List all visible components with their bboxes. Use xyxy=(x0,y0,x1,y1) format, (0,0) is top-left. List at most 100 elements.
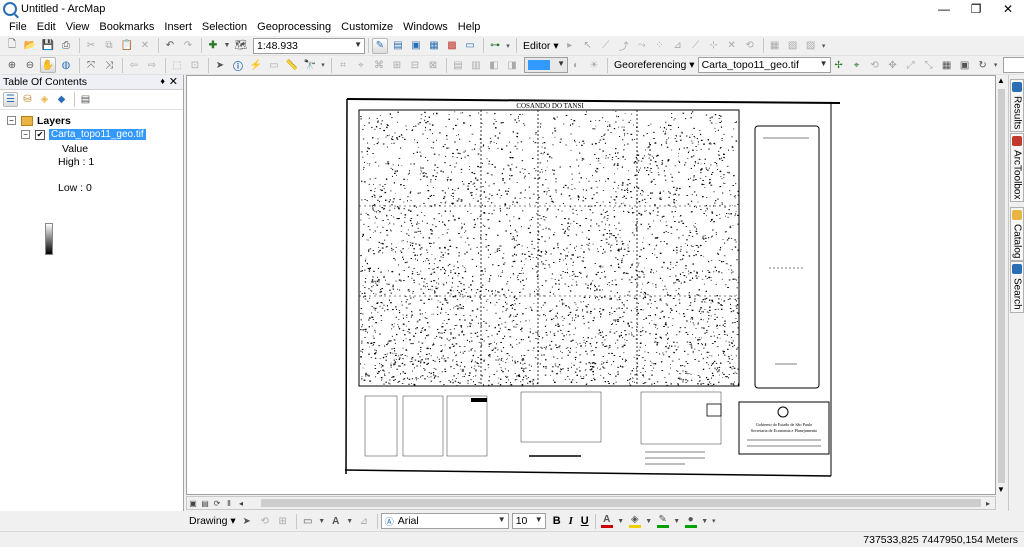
python-window-icon[interactable]: ▭ xyxy=(462,38,478,54)
brightness-icon[interactable]: ☀ xyxy=(586,57,602,73)
add-data-dropdown-icon[interactable]: ▼ xyxy=(223,38,231,54)
chevron-down-icon[interactable]: ▼ xyxy=(820,59,828,68)
font-size-select[interactable]: 10 ▼ xyxy=(511,513,546,529)
copy-icon[interactable]: ⧉ xyxy=(101,38,117,54)
table-of-contents-toggle-icon[interactable]: ▤ xyxy=(390,38,406,54)
toolbar-overflow-icon[interactable]: ▾ xyxy=(821,38,827,54)
arctoolbox-window-icon[interactable]: ▩ xyxy=(444,38,460,54)
italic-button[interactable]: I xyxy=(564,515,578,527)
text-dropdown-icon[interactable]: ▼ xyxy=(346,513,354,529)
table-icon[interactable]: ▥ xyxy=(468,57,484,73)
redo-icon[interactable]: ↷ xyxy=(180,38,196,54)
viewer-icon[interactable]: ▣ xyxy=(957,57,973,73)
pan-icon[interactable]: ✋ xyxy=(40,57,56,73)
fixed-zoom-in-icon[interactable]: ⤧ xyxy=(83,57,99,73)
identify-icon[interactable]: ⓘ xyxy=(230,57,246,73)
open-icon[interactable]: 📂 xyxy=(22,38,38,54)
fill-color-icon[interactable]: ◈ xyxy=(627,513,643,529)
layers-group-row[interactable]: − Layers xyxy=(0,114,183,127)
layout-view-icon[interactable]: ▤ xyxy=(199,497,211,509)
catalog-window-icon[interactable]: ▣ xyxy=(408,38,424,54)
underline-button[interactable]: U xyxy=(578,515,592,527)
print-icon[interactable]: ⎙ xyxy=(58,38,74,54)
marker-color-icon[interactable]: ● xyxy=(683,513,699,529)
layout-icon[interactable]: ▤ xyxy=(450,57,466,73)
clear-selection-icon[interactable]: ⊡ xyxy=(187,57,203,73)
add-control-points-icon[interactable]: ✢ xyxy=(831,57,847,73)
chevron-down-icon[interactable]: ▼ xyxy=(498,515,506,524)
refresh-view-icon[interactable]: ⟳ xyxy=(211,497,223,509)
model-builder-icon[interactable]: ⊶ xyxy=(487,38,503,54)
scroll-right-icon[interactable]: ▸ xyxy=(982,497,994,509)
scale-raster-icon[interactable]: ⤢ xyxy=(903,57,919,73)
endpoint-arc-icon[interactable]: ⤴ xyxy=(616,38,632,54)
rotate-icon[interactable]: ⟲ xyxy=(742,38,758,54)
editor-menu[interactable]: Editor ▾ xyxy=(520,40,562,52)
toolbar-overflow-icon[interactable]: ▾ xyxy=(505,38,511,54)
georeferencing-menu[interactable]: Georeferencing ▾ xyxy=(611,59,698,71)
scroll-down-icon[interactable]: ▼ xyxy=(997,485,1005,494)
forward-extent-icon[interactable]: ⇨ xyxy=(144,57,160,73)
straight-segment-icon[interactable]: ⟋ xyxy=(598,38,614,54)
font-color-dropdown-icon[interactable]: ▼ xyxy=(617,513,625,529)
vertical-scroll-thumb[interactable] xyxy=(998,89,1005,483)
edit-annotation-icon[interactable]: ↖ xyxy=(580,38,596,54)
menu-view[interactable]: View xyxy=(61,21,95,33)
georeferencing-input-field[interactable] xyxy=(1002,57,1024,73)
reshape-icon[interactable]: ⟋ xyxy=(688,38,704,54)
edit-vertices-icon[interactable]: ⊿ xyxy=(670,38,686,54)
fixed-zoom-out-icon[interactable]: ⤨ xyxy=(101,57,117,73)
marker-color-dropdown-icon[interactable]: ▼ xyxy=(701,513,709,529)
menu-windows[interactable]: Windows xyxy=(398,21,453,33)
html-popup-icon[interactable]: ▭ xyxy=(266,57,282,73)
contrast-icon[interactable]: ◐ xyxy=(568,57,584,73)
edit-tool-icon[interactable]: ▸ xyxy=(562,38,578,54)
measure-icon[interactable]: 📏 xyxy=(284,57,300,73)
cut-icon[interactable]: ✂ xyxy=(83,38,99,54)
arctoolbox-tab[interactable]: ArcToolbox xyxy=(1010,133,1024,203)
font-color-icon[interactable]: A xyxy=(599,513,615,529)
attributes-icon[interactable]: ▦ xyxy=(767,38,783,54)
full-extent-icon[interactable]: ◍ xyxy=(58,57,74,73)
layer-row[interactable]: − ✔ Carta_topo11_geo.tif xyxy=(0,128,183,141)
chevron-down-icon[interactable]: ▼ xyxy=(535,515,543,524)
collapse-icon[interactable]: − xyxy=(21,130,30,139)
snapping-vertex-icon[interactable]: ⊞ xyxy=(389,57,405,73)
pin-icon[interactable]: ♦ xyxy=(160,76,165,86)
layer-visibility-checkbox[interactable]: ✔ xyxy=(35,129,45,140)
zoom-to-elements-icon[interactable]: ⊞ xyxy=(275,513,291,529)
georeferencing-options-icon[interactable]: ↻ xyxy=(975,57,991,73)
search-window-icon[interactable]: ▦ xyxy=(426,38,442,54)
search-tab[interactable]: Search xyxy=(1010,261,1024,313)
effects-layer-select[interactable]: ▼ xyxy=(524,57,568,73)
view-link-table-icon[interactable]: ▦ xyxy=(939,57,955,73)
paste-icon[interactable]: 📋 xyxy=(119,38,135,54)
create-features-icon[interactable]: ▨ xyxy=(803,38,819,54)
collapse-icon[interactable]: − xyxy=(7,116,16,125)
georeferencing-layer-select[interactable]: Carta_topo11_geo.tif ▼ xyxy=(697,57,831,73)
menu-help[interactable]: Help xyxy=(453,21,486,33)
zoom-in-icon[interactable]: ⊕ xyxy=(4,57,20,73)
save-icon[interactable]: 💾 xyxy=(40,38,56,54)
toolbar-overflow-icon[interactable]: ▾ xyxy=(711,513,717,529)
flicker-icon[interactable]: ◨ xyxy=(504,57,520,73)
layers-label[interactable]: Layers xyxy=(37,115,71,127)
toc-options-icon[interactable]: ▤ xyxy=(78,92,93,107)
maximize-button[interactable]: ❐ xyxy=(960,0,992,18)
map-vertical-scrollbar[interactable]: ▲ ▼ xyxy=(996,75,1007,495)
catalog-tab[interactable]: Catalog xyxy=(1010,207,1024,262)
minimize-button[interactable]: — xyxy=(928,0,960,18)
horizontal-scroll-thumb[interactable] xyxy=(261,499,981,507)
select-elements-icon[interactable]: ➤ xyxy=(239,513,255,529)
rectangle-icon[interactable]: ▭ xyxy=(300,513,316,529)
fill-color-dropdown-icon[interactable]: ▼ xyxy=(645,513,653,529)
point-icon[interactable]: ⁘ xyxy=(652,38,668,54)
bold-button[interactable]: B xyxy=(550,515,564,527)
zoom-out-icon[interactable]: ⊖ xyxy=(22,57,38,73)
menu-insert[interactable]: Insert xyxy=(159,21,197,33)
shift-raster-icon[interactable]: ✥ xyxy=(885,57,901,73)
back-extent-icon[interactable]: ⇦ xyxy=(126,57,142,73)
line-color-dropdown-icon[interactable]: ▼ xyxy=(673,513,681,529)
select-elements-icon[interactable]: ➤ xyxy=(212,57,228,73)
list-by-source-icon[interactable]: ⛁ xyxy=(20,92,35,107)
